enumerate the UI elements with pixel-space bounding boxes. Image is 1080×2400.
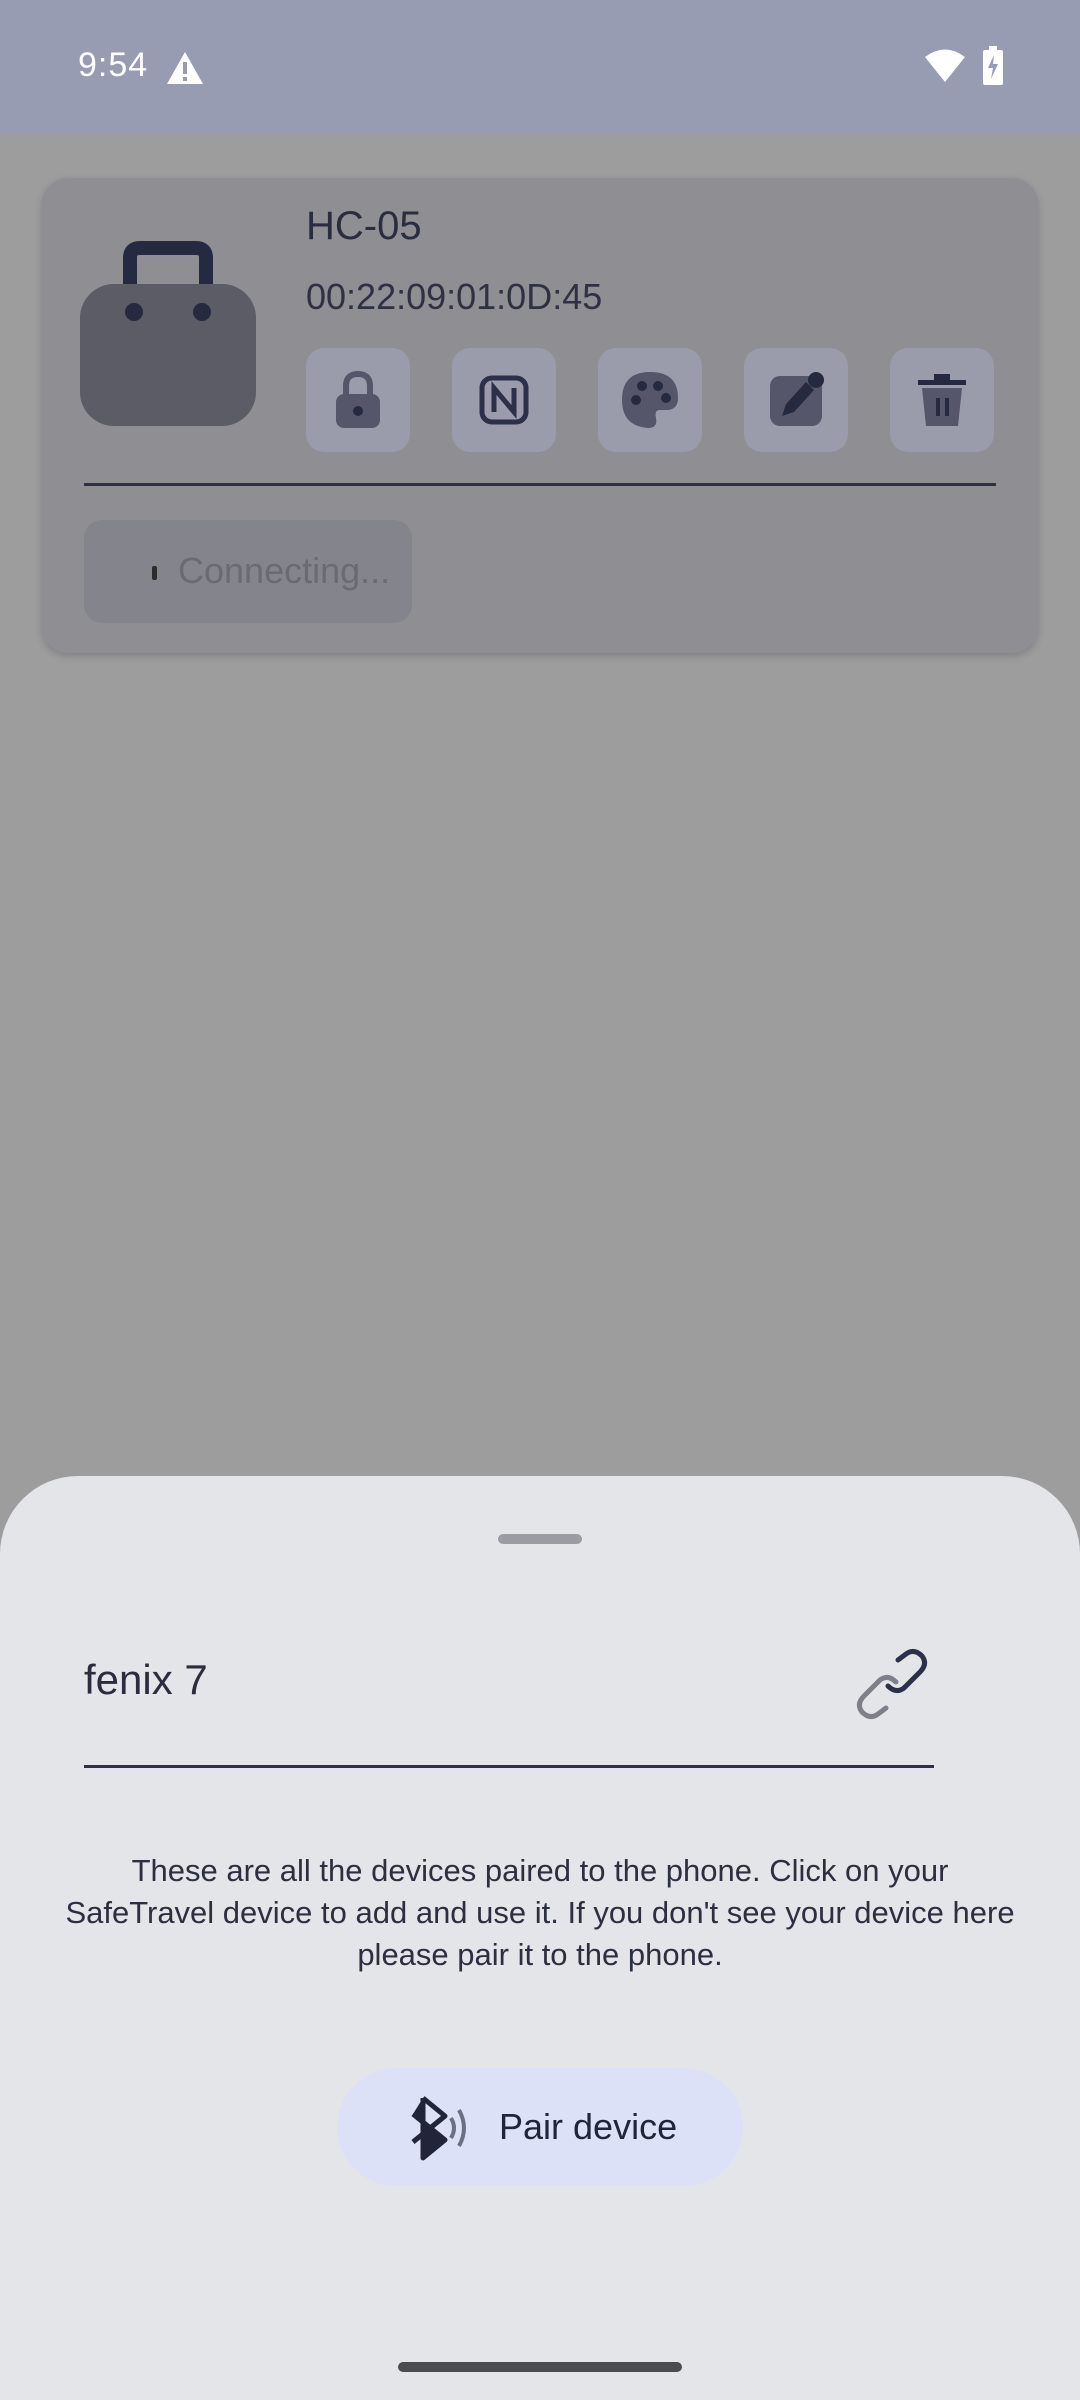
loading-spinner-icon [152, 566, 157, 580]
device-mac-address: 00:22:09:01:0D:45 [306, 276, 603, 317]
wifi-icon [925, 49, 965, 82]
palette-button[interactable] [598, 348, 702, 452]
status-bar: 9:54 [0, 0, 1080, 134]
home-indicator[interactable] [398, 2362, 682, 2372]
device-name: HC-05 [306, 204, 422, 248]
battery-charging-icon [983, 46, 1003, 85]
connection-status-chip[interactable]: Connecting... [84, 520, 412, 623]
nfc-icon [479, 375, 529, 425]
connection-status-label: Connecting... [178, 550, 391, 591]
nfc-button[interactable] [452, 348, 556, 452]
palette-icon [622, 372, 678, 428]
card-divider [84, 483, 996, 486]
lock-button[interactable] [306, 348, 410, 452]
pair-device-label: Pair device [499, 2106, 678, 2147]
edit-icon [770, 372, 824, 426]
delete-icon [918, 374, 966, 426]
drag-handle[interactable] [498, 1534, 582, 1544]
status-time: 9:54 [78, 46, 149, 84]
luggage-icon [80, 241, 256, 426]
delete-button[interactable] [890, 348, 994, 452]
paired-device-name[interactable]: fenix 7 [84, 1656, 208, 1704]
help-text: These are all the devices paired to the … [65, 1853, 1015, 1972]
device-item-divider [84, 1765, 934, 1768]
pair-device-button[interactable]: Pair device [337, 2068, 743, 2186]
edit-button[interactable] [744, 348, 848, 452]
link-icon[interactable] [854, 1646, 930, 1722]
lock-icon [336, 370, 380, 428]
warning-icon [167, 52, 203, 84]
bluetooth-icon [411, 2096, 466, 2161]
